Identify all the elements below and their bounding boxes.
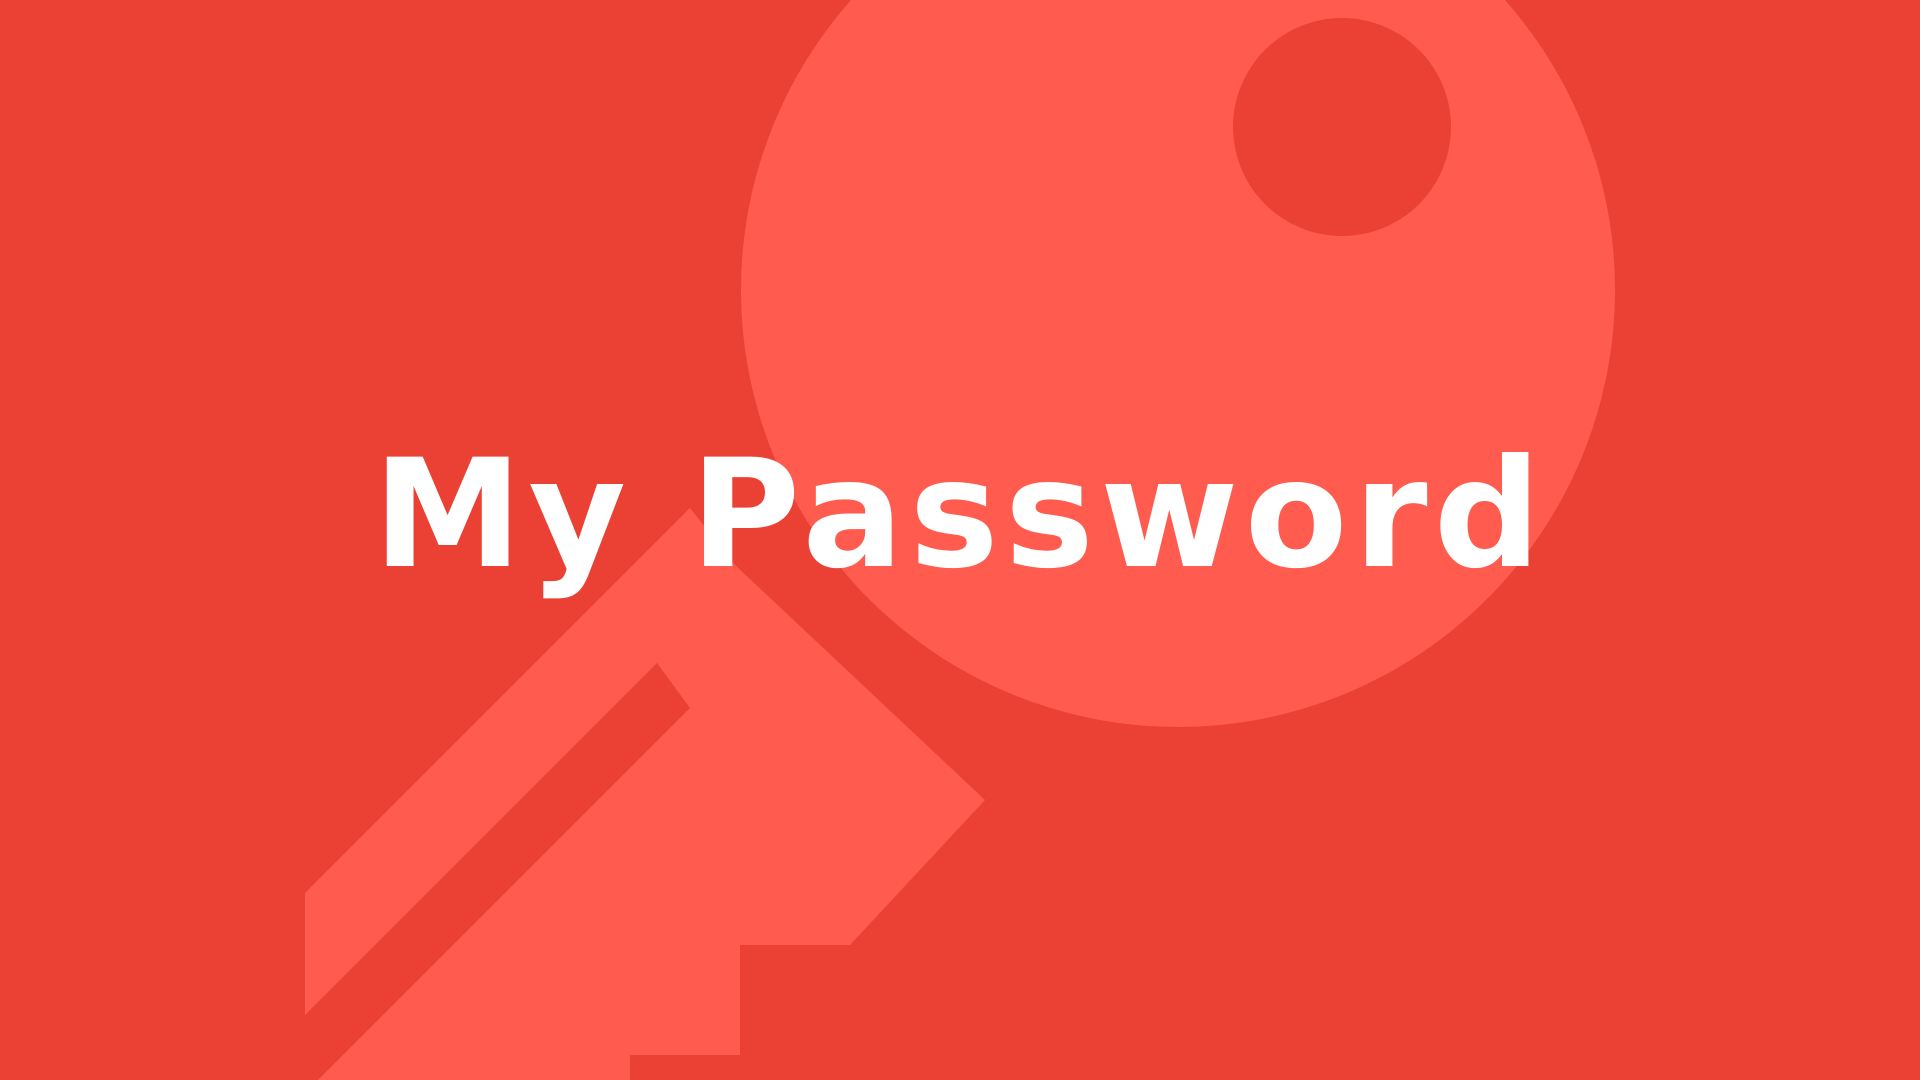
key-hole — [1233, 18, 1451, 236]
hero-banner: My Password — [0, 0, 1920, 1080]
page-title: My Password — [373, 428, 1547, 602]
